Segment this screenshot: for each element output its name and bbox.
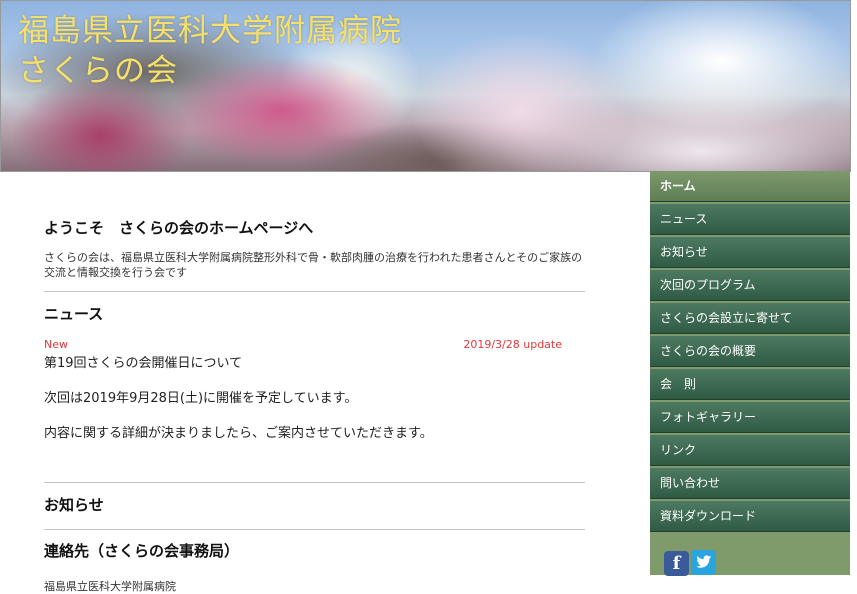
- contact-line: 福島県立医科大学附属病院: [44, 580, 176, 593]
- news-meta: New 2019/3/28 update: [44, 338, 585, 351]
- update-date: 2019/3/28 update: [463, 338, 562, 351]
- divider: [44, 291, 585, 292]
- nav-item-home[interactable]: ホーム: [650, 171, 850, 202]
- divider: [44, 529, 585, 530]
- social-links: f: [664, 550, 718, 576]
- site-title[interactable]: 福島県立医科大学附属病院 さくらの会: [18, 11, 402, 91]
- divider: [44, 482, 585, 483]
- site-title-line1: 福島県立医科大学附属病院: [18, 13, 402, 49]
- new-badge: New: [44, 338, 68, 351]
- nav-item-next-program[interactable]: 次回のプログラム: [650, 270, 850, 301]
- notice-title: お知らせ: [44, 496, 104, 514]
- news-title: ニュース: [44, 305, 104, 323]
- site-title-line2: さくらの会: [18, 53, 178, 89]
- nav-item-contact[interactable]: 問い合わせ: [650, 468, 850, 499]
- welcome-text: さくらの会は、福島県立医科大学附属病院整形外科で骨・軟部肉腫の治療を行われた患者…: [44, 251, 583, 279]
- nav-item-news[interactable]: ニュース: [650, 204, 850, 235]
- nav-item-photo-gallery[interactable]: フォトギャラリー: [650, 402, 850, 433]
- facebook-icon[interactable]: f: [664, 551, 689, 576]
- header-banner: 福島県立医科大学附属病院 さくらの会: [0, 0, 851, 172]
- nav-item-overview[interactable]: さくらの会の概要: [650, 336, 850, 367]
- twitter-icon[interactable]: [691, 550, 716, 575]
- contact-title: 連絡先（さくらの会事務局）: [44, 542, 240, 560]
- nav-item-downloads[interactable]: 資料ダウンロード: [650, 501, 850, 532]
- welcome-title: ようこそ さくらの会のホームページへ: [44, 219, 314, 237]
- news-paragraph-1: 次回は2019年9月28日(土)に開催を予定しています。: [44, 391, 358, 406]
- nav-item-bylaws[interactable]: 会 則: [650, 369, 850, 400]
- nav-item-notices[interactable]: お知らせ: [650, 237, 850, 268]
- main-content: ようこそ さくらの会のホームページへ さくらの会は、福島県立医科大学附属病院整形…: [44, 205, 585, 594]
- news-heading: 第19回さくらの会開催日について: [44, 356, 243, 371]
- nav-item-founding-message[interactable]: さくらの会設立に寄せて: [650, 303, 850, 334]
- nav-item-links[interactable]: リンク: [650, 435, 850, 466]
- sidebar-nav: ホーム ニュース お知らせ 次回のプログラム さくらの会設立に寄せて さくらの会…: [650, 171, 850, 576]
- news-paragraph-2: 内容に関する詳細が決まりましたら、ご案内させていただきます。: [44, 426, 433, 441]
